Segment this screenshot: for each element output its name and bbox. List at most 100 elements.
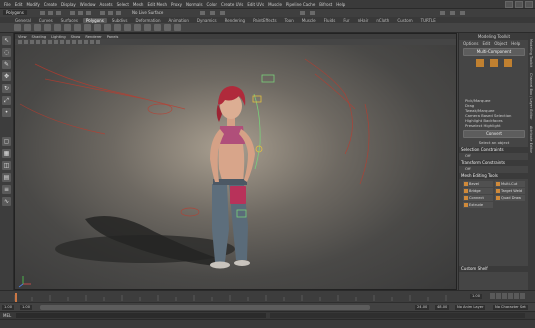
minimize-icon[interactable]	[505, 1, 513, 8]
shelf-tab-dynamics[interactable]: Dynamics	[194, 18, 220, 23]
edge-mode-icon[interactable]	[490, 59, 498, 67]
selection-constraints-value[interactable]: Off	[459, 153, 529, 158]
mode-selector[interactable]: Polygons	[3, 10, 27, 15]
shelf-tab-general[interactable]: General	[12, 18, 34, 23]
multi-component-button[interactable]: Multi-Component	[463, 48, 525, 56]
shelf-tab-surfaces[interactable]: Surfaces	[58, 18, 81, 23]
range-outer-end-field[interactable]: 48.00	[435, 305, 450, 310]
menu-proxy[interactable]: Proxy	[171, 2, 182, 7]
go-to-start-icon[interactable]	[490, 293, 495, 299]
3d-viewport[interactable]: View Shading Lighting Show Renderer Pane…	[14, 33, 457, 290]
menu-select[interactable]: Select	[117, 2, 129, 7]
shelf-tab-ncloth[interactable]: nCloth	[373, 18, 392, 23]
shelf-tab-subdivs[interactable]: Subdivs	[109, 18, 131, 23]
graph-editor-icon[interactable]: ∿	[2, 197, 11, 206]
sphere-icon[interactable]	[14, 24, 21, 31]
maximize-icon[interactable]	[515, 1, 523, 8]
shelf-tab-fluids[interactable]: Fluids	[321, 18, 339, 23]
tool-connect[interactable]: Connect	[463, 195, 493, 201]
menu-muscle[interactable]: Muscle	[268, 2, 282, 7]
range-bar[interactable]	[40, 305, 370, 310]
extrude-icon[interactable]	[134, 24, 141, 31]
tool-target-weld[interactable]: Target Weld	[495, 188, 525, 194]
paint-select-icon[interactable]: ✎	[2, 60, 11, 69]
menu-display[interactable]: Display	[61, 2, 76, 7]
anim-layer-select[interactable]: No Anim Layer	[455, 305, 486, 310]
smooth-icon[interactable]	[114, 24, 121, 31]
menu-mesh[interactable]: Mesh	[133, 2, 144, 7]
shelf-tab-nhair[interactable]: nHair	[355, 18, 372, 23]
menu-file[interactable]: File	[4, 2, 11, 7]
menu-assets[interactable]: Assets	[100, 2, 113, 7]
face-mode-icon[interactable]	[504, 59, 512, 67]
menu-create[interactable]: Create	[44, 2, 57, 7]
menu-normals[interactable]: Normals	[186, 2, 203, 7]
shelf-tab-polygons[interactable]: Polygons	[82, 17, 107, 23]
step-forward-icon[interactable]	[514, 293, 519, 299]
current-frame-marker[interactable]	[15, 293, 17, 302]
option-preselect-highlight[interactable]: Preselect Highlight	[459, 123, 529, 128]
custom-shelf-header[interactable]: Custom Shelf	[459, 266, 529, 272]
scale-tool-icon[interactable]: ⤢	[2, 96, 11, 105]
menu-color[interactable]: Color	[207, 2, 217, 7]
transform-constraints-value[interactable]: Off	[459, 166, 529, 171]
layout-stack-icon[interactable]: ▤	[2, 173, 11, 182]
cmd-language-label[interactable]: MEL	[3, 313, 11, 318]
uv-editor-icon[interactable]	[174, 24, 181, 31]
shelf-tab-fur[interactable]: Fur	[340, 18, 352, 23]
tool-bridge[interactable]: Bridge	[463, 188, 493, 194]
rotate-tool-icon[interactable]: ↻	[2, 84, 11, 93]
bevel-icon[interactable]	[124, 24, 131, 31]
vertex-mode-icon[interactable]	[476, 59, 484, 67]
lasso-tool-icon[interactable]: ◌	[2, 48, 11, 57]
pipe-icon[interactable]	[74, 24, 81, 31]
go-to-end-icon[interactable]	[520, 293, 525, 299]
layout-single-icon[interactable]: ▢	[2, 137, 11, 146]
range-end-field[interactable]: 24.00	[415, 305, 430, 310]
select-tool-icon[interactable]: ↖	[2, 36, 11, 45]
live-surface-indicator[interactable]: No Live Surface	[132, 10, 163, 15]
plane-icon[interactable]	[54, 24, 61, 31]
menu-help[interactable]: Help	[336, 2, 345, 7]
tool-bevel[interactable]: Bevel	[463, 181, 493, 187]
menu-modify[interactable]: Modify	[26, 2, 39, 7]
shelf-tab-toon[interactable]: Toon	[282, 18, 297, 23]
combine-icon[interactable]	[84, 24, 91, 31]
shelf-tab-painteffects[interactable]: PaintEffects	[250, 18, 280, 23]
cylinder-icon[interactable]	[34, 24, 41, 31]
side-tab-attribute-editor[interactable]: Attribute Editor	[529, 126, 533, 153]
shelf-tab-turtle[interactable]: TURTLE	[418, 18, 439, 23]
panel-menu-edit[interactable]: Edit	[482, 41, 490, 46]
tool-multi-cut[interactable]: Multi-Cut	[495, 181, 525, 187]
convert-button[interactable]: Convert	[463, 130, 525, 138]
close-icon[interactable]	[525, 1, 533, 8]
step-back-icon[interactable]	[496, 293, 501, 299]
side-tab-channel-box[interactable]: Channel Box / Layer Editor	[529, 73, 533, 120]
tool-quad-draw[interactable]: Quad Draw	[495, 195, 525, 201]
menu-edit-uvs[interactable]: Edit UVs	[247, 2, 264, 7]
outliner-icon[interactable]: ≡	[2, 185, 11, 194]
menu-create-uvs[interactable]: Create UVs	[221, 2, 243, 7]
torus-icon[interactable]	[64, 24, 71, 31]
last-tool-icon[interactable]: •	[2, 108, 11, 117]
shelf-tab-muscle[interactable]: Muscle	[299, 18, 319, 23]
menu-window[interactable]: Window	[80, 2, 96, 7]
shelf-tab-custom[interactable]: Custom	[394, 18, 415, 23]
separate-icon[interactable]	[94, 24, 101, 31]
tool-extrude[interactable]: Extrude	[463, 202, 493, 208]
cmd-input[interactable]	[16, 313, 266, 318]
extract-icon[interactable]	[104, 24, 111, 31]
merge-icon[interactable]	[154, 24, 161, 31]
layout-four-icon[interactable]: ▦	[2, 149, 11, 158]
shelf-tab-deformation[interactable]: Deformation	[133, 18, 164, 23]
play-back-icon[interactable]	[502, 293, 507, 299]
menu-bifrost[interactable]: Bifrost	[319, 2, 332, 7]
current-frame-field[interactable]: 1.00	[470, 294, 483, 299]
cube-icon[interactable]	[24, 24, 31, 31]
panel-menu-help[interactable]: Help	[511, 41, 520, 46]
menu-edit[interactable]: Edit	[15, 2, 23, 7]
char-set-select[interactable]: No Character Set	[493, 305, 528, 310]
range-inner-start-field[interactable]: 1.00	[20, 305, 33, 310]
menu-edit-mesh[interactable]: Edit Mesh	[147, 2, 167, 7]
bridge-icon[interactable]	[144, 24, 151, 31]
